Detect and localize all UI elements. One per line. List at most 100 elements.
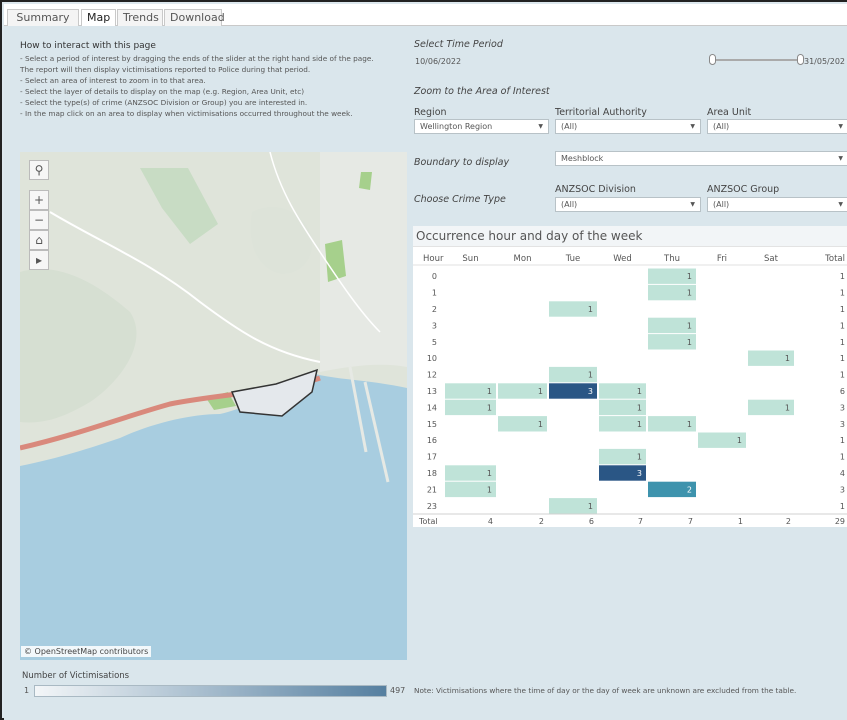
tab-map[interactable]: Map (81, 9, 116, 27)
chevron-down-icon: ▼ (838, 201, 843, 208)
row-total: 1 (840, 289, 845, 298)
cell-value: 3 (637, 469, 642, 478)
cell-value: 1 (538, 387, 543, 396)
division-label: ANZSOC Division (555, 184, 636, 195)
column-header: Fri (717, 254, 727, 264)
boundary-dropdown[interactable]: Meshblock ▼ (555, 151, 847, 166)
hour-label: 0 (432, 272, 437, 281)
cell-value: 1 (637, 403, 642, 412)
hour-label: 1 (432, 289, 437, 298)
column-header: Wed (613, 254, 632, 264)
tab-bar: Summary Map Trends Download (4, 4, 847, 27)
column-total: 2 (539, 517, 544, 526)
hour-label: 14 (427, 403, 437, 412)
chevron-down-icon: ▼ (838, 123, 843, 130)
area-unit-dropdown[interactable]: (All) ▼ (707, 119, 847, 134)
column-total: 4 (488, 517, 493, 526)
cell-value: 1 (588, 502, 593, 511)
cell-value: 1 (588, 371, 593, 380)
row-total: 1 (840, 354, 845, 363)
group-dropdown[interactable]: (All) ▼ (707, 197, 847, 212)
ta-label: Territorial Authority (555, 107, 647, 118)
column-total: 6 (589, 517, 594, 526)
row-total: 3 (840, 420, 845, 429)
map-attribution: © OpenStreetMap contributors (21, 646, 152, 657)
hour-label: 3 (432, 321, 437, 330)
home-icon[interactable]: ⌂ (29, 230, 49, 250)
totals-row-label: Total (418, 517, 438, 526)
division-value: (All) (561, 200, 578, 209)
row-total: 1 (840, 453, 845, 462)
cell-value: 1 (687, 420, 692, 429)
hour-label: 17 (427, 453, 437, 462)
slider-start-handle[interactable] (709, 54, 716, 65)
column-total: 7 (638, 517, 643, 526)
heatmap-svg: Hour Sun Mon Tue Wed Thu Fri Sat Total0 1 11 1 12 1 13… (413, 254, 847, 526)
search-icon[interactable]: ⚲ (29, 160, 49, 180)
time-period-start: 10/06/2022 (415, 57, 462, 66)
cell-value: 1 (687, 321, 692, 330)
legend-title: Number of Victimisations (22, 671, 130, 681)
cell-value: 1 (785, 403, 790, 412)
expand-arrow-icon[interactable]: ▸ (29, 250, 49, 270)
region-label: Region (414, 107, 447, 118)
zoom-out-icon[interactable]: − (29, 210, 49, 230)
row-total: 1 (840, 371, 845, 380)
row-total: 1 (840, 502, 845, 511)
legend-max: 497 (390, 686, 406, 695)
column-header: Thu (663, 254, 680, 264)
cell-value: 1 (737, 436, 742, 445)
cell-value: 1 (637, 420, 642, 429)
column-header: Tue (565, 254, 581, 264)
cell-value: 1 (487, 485, 492, 494)
cell-value: 1 (487, 469, 492, 478)
hour-label: 21 (427, 485, 437, 494)
slider-end-handle[interactable] (797, 54, 804, 65)
group-label: ANZSOC Group (707, 184, 780, 195)
row-total: 1 (840, 305, 845, 314)
region-dropdown[interactable]: Wellington Region ▼ (414, 119, 549, 134)
heatmap-panel: Occurrence hour and day of the week Hour… (413, 226, 847, 527)
instruction-line: - In the map click on an area to display… (20, 109, 353, 118)
instruction-line: - Select the type(s) of crime (ANZSOC Di… (20, 98, 308, 107)
hour-label: 12 (427, 371, 437, 380)
column-total: 1 (738, 517, 743, 526)
park-area (359, 172, 372, 190)
hour-label: 16 (427, 436, 437, 445)
instruction-line: The report will then display victimisati… (20, 65, 311, 74)
cell-value: 1 (538, 420, 543, 429)
tab-download[interactable]: Download (164, 9, 225, 26)
chevron-down-icon: ▼ (690, 201, 695, 208)
hour-label: 23 (427, 502, 437, 511)
wharf (363, 381, 390, 483)
instructions-title: How to interact with this page (20, 41, 156, 51)
instruction-line: - Select a period of interest by draggin… (20, 54, 374, 63)
ta-dropdown[interactable]: (All) ▼ (555, 119, 701, 134)
total-column-header: Total (824, 254, 845, 264)
cell-value: 3 (588, 387, 593, 396)
instruction-line: - Select an area of interest to zoom in … (20, 76, 206, 85)
cell-value: 1 (785, 354, 790, 363)
row-header-label: Hour (423, 254, 444, 264)
division-dropdown[interactable]: (All) ▼ (555, 197, 701, 212)
area-unit-value: (All) (713, 122, 730, 131)
column-header: Sun (462, 254, 478, 264)
cell-value: 1 (637, 453, 642, 462)
region-value: Wellington Region (420, 122, 493, 131)
row-total: 1 (840, 321, 845, 330)
time-slider-track[interactable] (713, 59, 801, 61)
group-value: (All) (713, 200, 730, 209)
row-total: 4 (840, 469, 845, 478)
row-total: 1 (840, 436, 845, 445)
zoom-in-icon[interactable]: + (29, 190, 49, 210)
hour-label: 10 (427, 354, 437, 363)
map-canvas[interactable] (20, 152, 407, 660)
boundary-value: Meshblock (561, 154, 604, 163)
tab-summary[interactable]: Summary (7, 9, 79, 26)
grand-total: 29 (835, 517, 845, 526)
tab-trends[interactable]: Trends (117, 9, 163, 26)
hour-label: 13 (427, 387, 437, 396)
hour-label: 18 (427, 469, 437, 478)
cell-value: 1 (687, 338, 692, 347)
map-view[interactable]: ⚲ + − ⌂ ▸ © OpenStreetMap contributors (20, 152, 407, 660)
